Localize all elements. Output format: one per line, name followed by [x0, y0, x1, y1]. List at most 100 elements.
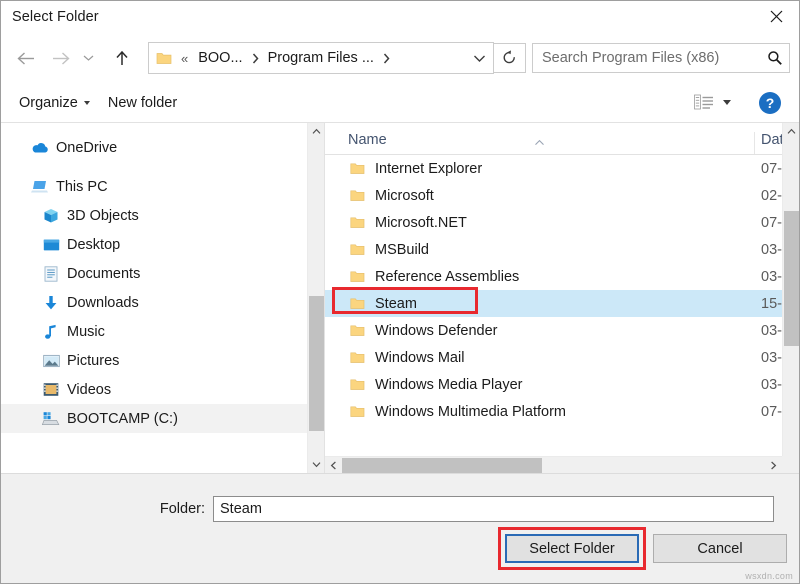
content-area: OneDrive This PC [1, 123, 799, 473]
table-row[interactable]: Windows Multimedia Platform 07- [325, 398, 799, 425]
sidebar-item-documents[interactable]: Documents [1, 259, 324, 288]
up-button[interactable] [105, 41, 139, 75]
sidebar-item-pictures[interactable]: Pictures [1, 346, 324, 375]
refresh-button[interactable] [494, 43, 526, 73]
cancel-button[interactable]: Cancel [653, 534, 787, 563]
chevron-right-icon [383, 53, 390, 64]
sidebar-item-desktop[interactable]: Desktop [1, 230, 324, 259]
scroll-thumb[interactable] [342, 458, 542, 473]
scroll-down-button[interactable] [308, 456, 324, 473]
forward-button[interactable] [43, 41, 77, 75]
file-list-pane: Name Dat Internet Explorer 07- [324, 123, 799, 473]
scroll-right-button[interactable] [765, 457, 782, 473]
select-folder-dialog: Select Folder [0, 0, 800, 584]
folder-icon [350, 242, 366, 258]
file-list-scrollbar[interactable] [782, 123, 799, 473]
help-label: ? [766, 95, 775, 111]
file-name: Microsoft [375, 188, 761, 204]
select-folder-button-wrapper: Select Folder [505, 534, 639, 563]
search-icon [767, 50, 783, 66]
organize-button[interactable]: Organize [10, 90, 99, 116]
recent-locations-button[interactable] [77, 41, 99, 75]
navigation-pane-scrollbar[interactable] [307, 123, 324, 473]
music-note-icon [42, 323, 60, 341]
sidebar-item-bootcamp-c[interactable]: BOOTCAMP (C:) [1, 404, 324, 433]
new-folder-button[interactable]: New folder [99, 90, 186, 116]
breadcrumb-item-1[interactable]: Program Files ... [265, 50, 377, 66]
sidebar-item-videos[interactable]: Videos [1, 375, 324, 404]
file-list-horizontal-scrollbar[interactable] [325, 456, 782, 473]
table-row[interactable]: Reference Assemblies 03- [325, 263, 799, 290]
scroll-up-button[interactable] [783, 123, 799, 140]
address-dropdown-button[interactable] [465, 44, 493, 72]
sidebar-item-3d-objects[interactable]: 3D Objects [1, 201, 324, 230]
table-row[interactable]: Windows Defender 03- [325, 317, 799, 344]
documents-icon [42, 265, 60, 283]
chevron-right-icon [252, 53, 259, 64]
table-row[interactable]: Microsoft 02- [325, 182, 799, 209]
sidebar-item-label: Videos [67, 382, 111, 398]
file-name: Windows Media Player [375, 377, 761, 393]
sidebar-item-label: BOOTCAMP (C:) [67, 411, 178, 427]
file-name: Reference Assemblies [375, 269, 761, 285]
folder-icon [350, 215, 366, 231]
breadcrumb-overflow[interactable]: « [174, 52, 195, 65]
arrow-up-icon [114, 50, 130, 67]
chevron-down-icon [723, 100, 731, 105]
dialog-footer: Folder: Select Folder Cancel wsxdn.com [1, 473, 799, 583]
search-box[interactable] [532, 43, 790, 73]
scroll-thumb[interactable] [784, 211, 799, 346]
folder-icon [350, 350, 366, 366]
close-icon [770, 10, 783, 23]
address-bar[interactable]: « BOO... Program Files ... [148, 42, 494, 74]
navigation-pane: OneDrive This PC [1, 123, 324, 473]
breadcrumb-item-0[interactable]: BOO... [195, 50, 245, 66]
scroll-up-button[interactable] [308, 123, 324, 140]
table-row[interactable]: Windows Media Player 03- [325, 371, 799, 398]
pictures-icon [42, 352, 60, 370]
table-row[interactable]: MSBuild 03- [325, 236, 799, 263]
dialog-buttons: Select Folder Cancel [505, 534, 787, 563]
table-row[interactable]: Windows Mail 03- [325, 344, 799, 371]
help-button[interactable]: ? [759, 92, 781, 114]
column-header-row: Name Dat [325, 123, 799, 155]
chevron-down-icon [473, 54, 486, 63]
close-button[interactable] [753, 1, 799, 32]
scroll-left-button[interactable] [325, 457, 342, 473]
file-name: Windows Multimedia Platform [375, 404, 761, 420]
folder-icon [350, 161, 366, 177]
folder-name-input[interactable] [214, 497, 773, 521]
chevron-left-icon [330, 461, 337, 470]
breadcrumb-separator-0[interactable] [246, 53, 265, 64]
file-name: MSBuild [375, 242, 761, 258]
folder-input-wrapper[interactable] [213, 496, 774, 522]
table-row-selected[interactable]: Steam 15- [325, 290, 799, 317]
folder-icon [350, 323, 366, 339]
scroll-thumb[interactable] [309, 296, 324, 431]
sidebar-item-onedrive[interactable]: OneDrive [1, 133, 324, 162]
3d-objects-cube-icon [42, 207, 60, 225]
change-view-button[interactable] [688, 90, 737, 115]
file-name: Windows Mail [375, 350, 761, 366]
breadcrumb-separator-1[interactable] [377, 53, 396, 64]
arrow-left-icon [17, 51, 36, 66]
list-view-icon [694, 94, 714, 111]
arrow-right-icon [51, 51, 70, 66]
folder-icon [350, 188, 366, 204]
title-bar: Select Folder [1, 1, 799, 33]
folder-icon [350, 269, 366, 285]
sidebar-item-label: Music [67, 324, 105, 340]
sidebar-item-music[interactable]: Music [1, 317, 324, 346]
search-input[interactable] [533, 49, 761, 67]
search-button[interactable] [761, 50, 789, 66]
table-row[interactable]: Microsoft.NET 07- [325, 209, 799, 236]
back-button[interactable] [9, 41, 43, 75]
select-folder-button[interactable]: Select Folder [505, 534, 639, 563]
column-header-name[interactable]: Name [325, 132, 754, 154]
table-row[interactable]: Internet Explorer 07- [325, 155, 799, 182]
sidebar-item-downloads[interactable]: Downloads [1, 288, 324, 317]
sidebar-item-this-pc[interactable]: This PC [1, 172, 324, 201]
sidebar-item-label: Downloads [67, 295, 139, 311]
column-header-name-label: Name [348, 132, 387, 148]
desktop-icon [42, 236, 60, 254]
